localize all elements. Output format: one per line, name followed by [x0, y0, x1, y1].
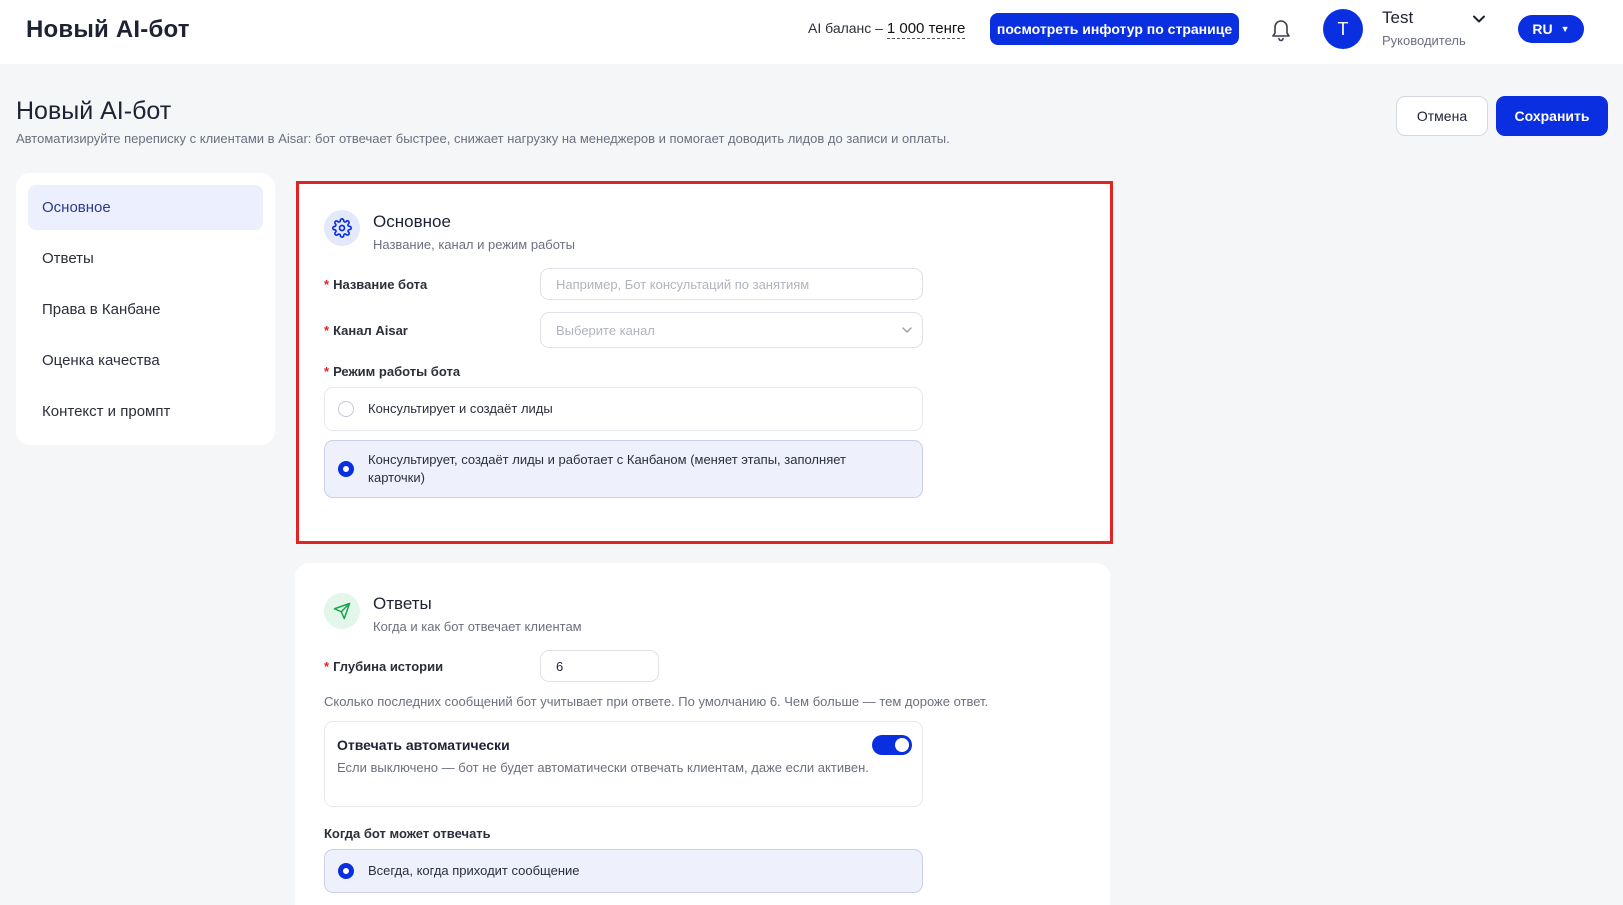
- channel-select-placeholder: Выберите канал: [556, 322, 655, 338]
- language-label: RU: [1532, 21, 1553, 37]
- radio-button[interactable]: [338, 401, 354, 417]
- section-nav: Основное Ответы Права в Канбане Оценка к…: [16, 173, 275, 445]
- balance-amount[interactable]: 1 000 тенге: [886, 20, 966, 39]
- when-reply-label: Когда бот может отвечать: [324, 826, 491, 841]
- nav-item-basic[interactable]: Основное: [28, 185, 263, 230]
- bot-name-label-text: Название бота: [333, 277, 428, 292]
- required-mark: *: [324, 659, 330, 674]
- answers-card-title: Ответы: [373, 594, 432, 613]
- channel-label: * Канал Aisar: [324, 323, 408, 338]
- auto-reply-description: Если выключено — бот не будет автоматиче…: [337, 760, 869, 775]
- required-mark: *: [324, 277, 330, 292]
- mode-option-label: Консультирует, создаёт лиды и работает с…: [368, 452, 846, 485]
- radio-button-selected[interactable]: [338, 461, 354, 477]
- basic-card-description: Название, канал и режим работы: [373, 237, 575, 252]
- required-mark: *: [324, 323, 330, 338]
- auto-reply-toggle[interactable]: [872, 735, 912, 755]
- history-depth-input[interactable]: [540, 650, 659, 682]
- bot-name-input[interactable]: [540, 268, 923, 300]
- chevron-down-icon: [900, 323, 914, 337]
- when-option-label: Всегда, когда приходит сообщение: [368, 863, 580, 878]
- app-logo[interactable]: Новый AI-бот: [26, 16, 190, 44]
- auto-reply-setting: Отвечать автоматически Если выключено — …: [324, 721, 923, 807]
- toggle-knob: [895, 738, 909, 752]
- balance-label: AI баланс –: [808, 20, 887, 36]
- save-button[interactable]: Сохранить: [1496, 96, 1608, 136]
- auto-reply-title: Отвечать автоматически: [337, 737, 510, 753]
- bot-name-label: * Название бота: [324, 277, 427, 292]
- top-bar: Новый AI-бот AI баланс – 1 000 тенге пос…: [0, 0, 1623, 64]
- mode-option-consult[interactable]: Консультирует и создаёт лиды: [324, 387, 923, 431]
- nav-item-quality[interactable]: Оценка качества: [28, 338, 263, 383]
- when-option-always[interactable]: Всегда, когда приходит сообщение: [324, 849, 923, 893]
- caret-down-icon: ▼: [1560, 24, 1570, 34]
- channel-label-text: Канал Aisar: [333, 323, 408, 338]
- required-mark: *: [324, 364, 330, 379]
- avatar[interactable]: T: [1323, 9, 1363, 49]
- language-select[interactable]: RU ▼: [1518, 15, 1584, 43]
- answers-card-description: Когда и как бот отвечает клиентам: [373, 619, 582, 634]
- mode-label-text: Режим работы бота: [333, 364, 461, 379]
- mode-label: * Режим работы бота: [324, 364, 460, 379]
- ai-balance: AI баланс – 1 000 тенге: [808, 20, 966, 39]
- chevron-down-icon[interactable]: [1472, 12, 1486, 24]
- basic-card-title: Основное: [373, 212, 451, 231]
- radio-button-selected[interactable]: [338, 863, 354, 879]
- nav-item-context-prompt[interactable]: Контекст и промпт: [28, 389, 263, 434]
- history-depth-label-text: Глубина истории: [333, 659, 444, 674]
- page-subtitle: Автоматизируйте переписку с клиентами в …: [16, 131, 950, 146]
- send-icon: [324, 593, 360, 629]
- nav-item-answers[interactable]: Ответы: [28, 236, 263, 281]
- infotour-button[interactable]: посмотреть инфотур по странице: [990, 13, 1239, 45]
- nav-item-kanban-rights[interactable]: Права в Канбане: [28, 287, 263, 332]
- channel-select[interactable]: Выберите канал: [540, 312, 923, 348]
- mode-option-consult-kanban[interactable]: Консультирует, создаёт лиды и работает с…: [324, 440, 923, 498]
- history-depth-label: * Глубина истории: [324, 659, 443, 674]
- gear-icon: [324, 210, 360, 246]
- history-depth-hint: Сколько последних сообщений бот учитывае…: [324, 694, 989, 709]
- user-name[interactable]: Test: [1382, 8, 1413, 28]
- bell-icon[interactable]: [1269, 16, 1293, 42]
- mode-option-label: Консультирует и создаёт лиды: [368, 401, 553, 416]
- page-title: Новый AI-бот: [16, 97, 172, 125]
- cancel-button[interactable]: Отмена: [1396, 96, 1488, 136]
- user-role: Руководитель: [1382, 33, 1466, 48]
